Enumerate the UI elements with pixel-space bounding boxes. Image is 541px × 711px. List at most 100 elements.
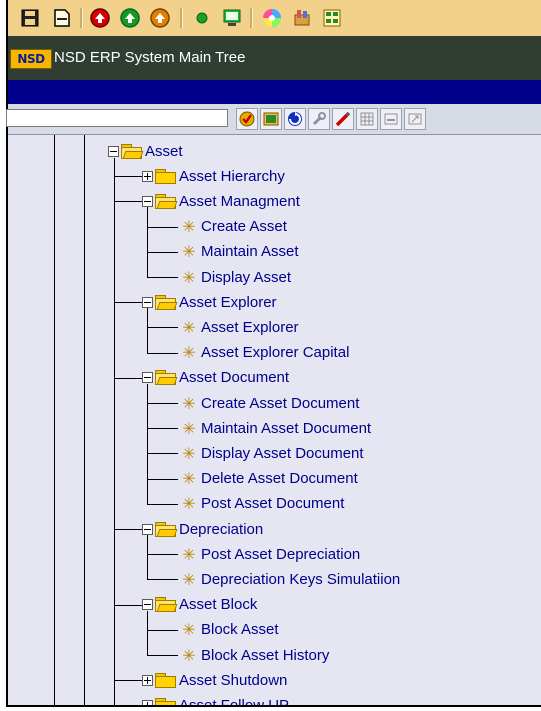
exit-icon[interactable]	[118, 6, 142, 30]
tree-transaction[interactable]: ✳ Post Asset Depreciation	[178, 543, 360, 565]
back-icon[interactable]	[88, 6, 112, 30]
wrench-icon[interactable]	[308, 108, 330, 130]
expand-icon[interactable]	[142, 170, 153, 182]
tree-folder[interactable]: Depreciation	[142, 518, 263, 540]
cancel-icon[interactable]	[148, 6, 172, 30]
tree-guide-line	[84, 135, 85, 705]
open-folder-icon	[155, 521, 178, 537]
tree-connector	[114, 176, 142, 178]
status-light-icon[interactable]	[190, 6, 214, 30]
tree-connector	[147, 207, 148, 277]
tree-node-label: Maintain Asset Document	[201, 419, 372, 437]
transaction-icon: ✳	[182, 393, 196, 413]
tree-node-asset[interactable]: Asset	[108, 140, 183, 162]
tree-node-label: Block Asset	[201, 621, 279, 639]
tree-folder[interactable]: Asset Shutdown	[142, 669, 287, 691]
transaction-icon: ✳	[182, 645, 196, 665]
tree-connector	[147, 554, 178, 556]
tree-node-label: Delete Asset Document	[201, 470, 358, 488]
tree-connector	[147, 579, 178, 581]
tree-toolbar	[6, 104, 541, 135]
tree-node-label: Maintain Asset	[201, 243, 299, 261]
tree-node-label: Post Asset Depreciation	[201, 545, 361, 563]
tree-folder[interactable]: Asset Managment	[142, 190, 300, 212]
tree-folder[interactable]: Asset Block	[142, 594, 257, 616]
tree-folder[interactable]: Asset Hierarchy	[142, 165, 285, 187]
tree-folder[interactable]: Asset Follow UP	[142, 694, 289, 705]
tree-transaction[interactable]: ✳ Display Asset	[178, 266, 291, 288]
transaction-icon: ✳	[182, 343, 196, 363]
open-folder-icon	[155, 597, 178, 613]
transaction-icon: ✳	[182, 418, 196, 438]
tree-node-label: Create Asset	[201, 218, 287, 236]
refresh-icon[interactable]	[284, 108, 306, 130]
tree-transaction[interactable]: ✳ Post Asset Document	[178, 493, 344, 515]
display-icon[interactable]	[220, 6, 244, 30]
main-toolbar	[8, 0, 541, 37]
open-folder-icon	[155, 193, 178, 209]
new-document-icon[interactable]	[50, 6, 74, 30]
tools-icon[interactable]	[290, 6, 314, 30]
tree-transaction[interactable]: ✳ Delete Asset Document	[178, 468, 358, 490]
grid-icon[interactable]	[356, 108, 378, 130]
tree-transaction[interactable]: ✳ Asset Explorer Capital	[178, 342, 349, 364]
tree-node-label: Asset Document	[179, 369, 290, 387]
open-folder-icon	[155, 370, 178, 386]
minimize-icon[interactable]	[380, 108, 402, 130]
collapse-icon[interactable]	[108, 145, 119, 157]
tree-transaction[interactable]: ✳ Display Asset Document	[178, 442, 364, 464]
tree-node-label: Depreciation Keys Simulatiion	[201, 570, 401, 588]
collapse-icon[interactable]	[142, 195, 153, 207]
collapse-icon[interactable]	[142, 599, 153, 611]
layout-icon[interactable]	[320, 6, 344, 30]
tree-transaction[interactable]: ✳ Maintain Asset	[178, 241, 299, 263]
tree-transaction[interactable]: ✳ Create Asset	[178, 216, 287, 238]
collapse-icon[interactable]	[142, 372, 153, 384]
collapse-icon[interactable]	[142, 523, 153, 535]
tree-connector	[147, 308, 148, 353]
transaction-icon: ✳	[182, 494, 196, 514]
tree-folder[interactable]: Asset Explorer	[142, 291, 277, 313]
tree-transaction[interactable]: ✳ Depreciation Keys Simulatiion	[178, 568, 400, 590]
image-icon[interactable]	[260, 108, 282, 130]
window-title: NSD ERP System Main Tree	[54, 49, 246, 66]
expand-icon[interactable]	[142, 674, 153, 686]
tree-node-label: Asset Explorer	[201, 318, 299, 336]
tree-transaction[interactable]: ✳ Block Asset	[178, 619, 279, 641]
pencil-icon[interactable]	[332, 108, 354, 130]
tree-node-label: Block Asset History	[201, 646, 330, 664]
search-input[interactable]	[6, 109, 228, 127]
tree-node-label: Asset Explorer	[179, 293, 277, 311]
export-icon[interactable]	[404, 108, 426, 130]
tree-node-label: Create Asset Document	[201, 394, 360, 412]
transaction-icon: ✳	[182, 544, 196, 564]
tree-node-label: Asset Block	[179, 596, 258, 614]
expand-icon[interactable]	[142, 699, 153, 705]
tree-transaction[interactable]: ✳ Create Asset Document	[178, 392, 359, 414]
tree-connector	[147, 226, 178, 228]
tree-folder[interactable]: Asset Document	[142, 367, 289, 389]
tree-connector	[147, 453, 178, 455]
tree-connector	[147, 478, 178, 480]
main-tree: Asset Asset Hierarchy Asset Managment ✳ Cre…	[8, 135, 541, 705]
tree-connector	[147, 327, 178, 329]
folder-icon	[155, 697, 177, 705]
tree-node-label: Asset Managment	[179, 192, 300, 210]
tree-transaction[interactable]: ✳ Asset Explorer	[178, 316, 299, 338]
color-wheel-icon[interactable]	[260, 6, 284, 30]
check-icon[interactable]	[236, 108, 258, 130]
tree-connector	[147, 428, 178, 430]
transaction-icon: ✳	[182, 317, 196, 337]
tree-node-label: Asset Follow UP	[179, 697, 289, 705]
tree-connector	[114, 680, 142, 682]
save-icon[interactable]	[18, 6, 42, 30]
tree-node-label: Asset Shutdown	[179, 671, 288, 689]
tree-node-label: Display Asset Document	[201, 444, 364, 462]
open-folder-icon	[155, 294, 178, 310]
tree-transaction[interactable]: ✳ Block Asset History	[178, 644, 329, 666]
collapse-icon[interactable]	[142, 296, 153, 308]
tree-transaction[interactable]: ✳ Maintain Asset Document	[178, 417, 371, 439]
toolbar-separator	[180, 8, 183, 28]
tree-node-label: Display Asset	[201, 268, 292, 286]
tree-connector	[147, 251, 178, 253]
